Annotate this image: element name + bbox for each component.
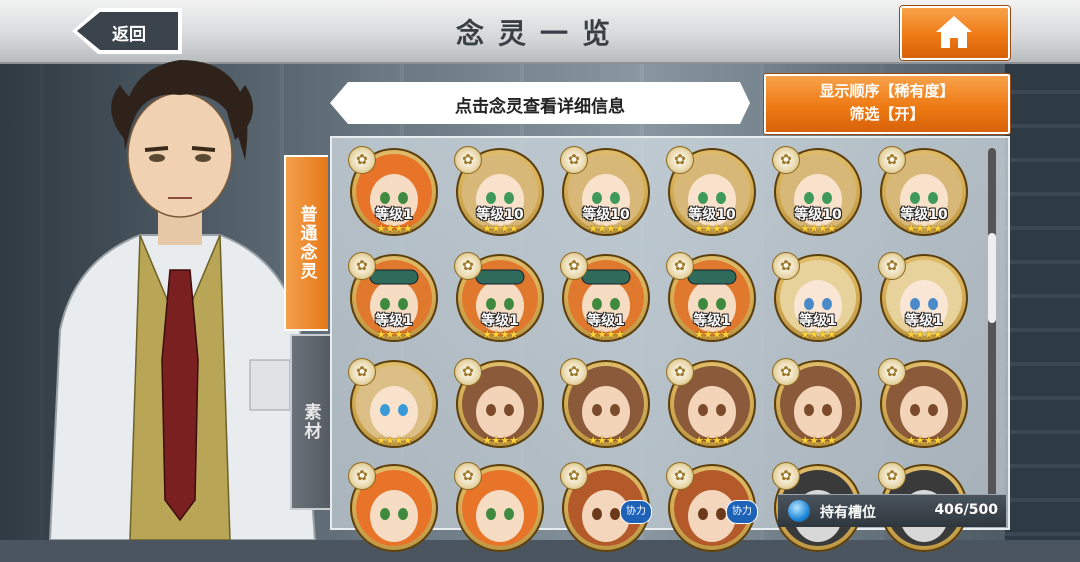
spirit-level: 等级10 — [582, 207, 630, 223]
spirit-level: 等级10 — [688, 207, 736, 223]
spirit-card[interactable]: ✿ 等级10 ★★★★ — [664, 146, 760, 246]
slot-label: 持有槽位 — [820, 505, 876, 521]
spirit-card[interactable]: ✿ 等级1 ★★★★ — [876, 252, 972, 352]
assist-badge: 协力 — [620, 500, 652, 524]
spirit-level: 等级10 — [794, 207, 842, 223]
spirit-card[interactable]: ✿ 等级1 ★★★★ — [664, 252, 760, 352]
spirit-card[interactable]: ✿ 等级10 ★★★★ — [770, 146, 866, 246]
element-flower-icon: ✿ — [348, 462, 376, 490]
spirit-rarity-stars: ★★★★ — [800, 434, 836, 447]
spirit-card[interactable]: ✿ ★★★★ — [452, 358, 548, 458]
hint-text: 点击念灵查看详细信息 — [455, 97, 625, 117]
element-flower-icon: ✿ — [878, 146, 906, 174]
spirit-rarity-stars: ★★★★ — [694, 222, 730, 235]
element-flower-icon: ✿ — [772, 358, 800, 386]
scroll-thumb[interactable] — [988, 233, 996, 323]
spirit-card[interactable]: ✿ 等级1 ★★★★ — [770, 252, 866, 352]
spirit-card[interactable]: ✿ 等级1 ★★★★ — [346, 146, 442, 246]
spirit-rarity-stars: ★★★★ — [588, 328, 624, 341]
spirit-level: 等级1 — [481, 313, 519, 329]
spirit-card[interactable]: ✿ ★★★★ — [558, 358, 654, 458]
spirit-rarity-stars: ★★★★ — [800, 328, 836, 341]
spirit-card[interactable]: ✿ 协力 — [664, 462, 760, 562]
element-flower-icon: ✿ — [560, 146, 588, 174]
element-flower-icon: ✿ — [560, 358, 588, 386]
spirit-rarity-stars: ★★★★ — [588, 222, 624, 235]
spirit-level: 等级1 — [905, 313, 943, 329]
spirit-card[interactable]: ✿ 协力 — [558, 462, 654, 562]
filter-label: 筛选【开】 — [849, 105, 925, 123]
slot-capacity-bar: 持有槽位 406/500 — [778, 494, 1006, 527]
element-flower-icon: ✿ — [348, 252, 376, 280]
element-flower-icon: ✿ — [666, 462, 694, 490]
spirit-card[interactable]: ✿ ★★★★ — [770, 358, 866, 458]
tab-materials[interactable]: 素材 — [290, 334, 330, 510]
spirit-level: 等级1 — [693, 313, 731, 329]
spirit-rarity-stars: ★★★★ — [588, 434, 624, 447]
sort-order-label: 显示顺序【稀有度】 — [819, 82, 955, 100]
spirit-rarity-stars: ★★★★ — [694, 434, 730, 447]
spirit-card[interactable]: ✿ 等级10 ★★★★ — [558, 146, 654, 246]
spirit-rarity-stars: ★★★★ — [376, 328, 412, 341]
spirit-card[interactable]: ✿ 等级1 ★★★★ — [558, 252, 654, 352]
spirit-level: 等级1 — [799, 313, 837, 329]
spirit-level: 等级1 — [587, 313, 625, 329]
spirit-rarity-stars: ★★★★ — [482, 434, 518, 447]
element-flower-icon: ✿ — [454, 252, 482, 280]
element-flower-icon: ✿ — [666, 146, 694, 174]
spirit-rarity-stars: ★★★★ — [694, 328, 730, 341]
element-flower-icon: ✿ — [878, 252, 906, 280]
hint-bubble: 点击念灵查看详细信息 — [330, 76, 750, 130]
element-flower-icon: ✿ — [348, 146, 376, 174]
spirit-card[interactable]: ✿ — [346, 462, 442, 562]
spirit-rarity-stars: ★★★★ — [906, 328, 942, 341]
spirit-rarity-stars: ★★★★ — [376, 434, 412, 447]
spirit-rarity-stars: ★★★★ — [800, 222, 836, 235]
spirit-card[interactable]: ✿ 等级10 ★★★★ — [876, 146, 972, 246]
element-flower-icon: ✿ — [454, 146, 482, 174]
background-pillar — [1005, 60, 1080, 540]
spirit-card[interactable]: ✿ ★★★★ — [876, 358, 972, 458]
element-flower-icon: ✿ — [772, 146, 800, 174]
slot-gem-icon — [788, 500, 810, 522]
spirit-card[interactable]: ✿ 等级1 ★★★★ — [452, 252, 548, 352]
spirit-rarity-stars: ★★★★ — [482, 222, 518, 235]
element-flower-icon: ✿ — [666, 252, 694, 280]
spirit-card[interactable]: ✿ 等级10 ★★★★ — [452, 146, 548, 246]
element-flower-icon: ✿ — [772, 462, 800, 490]
spirit-rarity-stars: ★★★★ — [482, 328, 518, 341]
assist-badge: 协力 — [726, 500, 758, 524]
element-flower-icon: ✿ — [454, 462, 482, 490]
home-icon — [936, 16, 972, 48]
slot-count: 406/500 — [934, 502, 998, 518]
tab-normal-spirits[interactable]: 普通念灵 — [284, 155, 328, 331]
spirit-card[interactable]: ✿ ★★★★ — [346, 358, 442, 458]
element-flower-icon: ✿ — [878, 462, 906, 490]
sort-filter-button[interactable]: 显示顺序【稀有度】 筛选【开】 — [764, 74, 1010, 134]
spirit-rarity-stars: ★★★★ — [906, 222, 942, 235]
element-flower-icon: ✿ — [772, 252, 800, 280]
element-flower-icon: ✿ — [560, 252, 588, 280]
spirit-level: 等级10 — [900, 207, 948, 223]
spirit-level: 等级1 — [375, 313, 413, 329]
spirit-card[interactable]: ✿ 等级1 ★★★★ — [346, 252, 442, 352]
element-flower-icon: ✿ — [454, 358, 482, 386]
spirit-card[interactable]: ✿ — [452, 462, 548, 562]
spirit-level: 等级10 — [476, 207, 524, 223]
home-button[interactable] — [900, 6, 1010, 60]
spirit-card[interactable]: ✿ ★★★★ — [664, 358, 760, 458]
spirit-rarity-stars: ★★★★ — [906, 434, 942, 447]
grid-scrollbar[interactable] — [988, 148, 996, 513]
element-flower-icon: ✿ — [666, 358, 694, 386]
element-flower-icon: ✿ — [560, 462, 588, 490]
spirit-level: 等级1 — [375, 207, 413, 223]
element-flower-icon: ✿ — [348, 358, 376, 386]
spirit-rarity-stars: ★★★★ — [376, 222, 412, 235]
element-flower-icon: ✿ — [878, 358, 906, 386]
